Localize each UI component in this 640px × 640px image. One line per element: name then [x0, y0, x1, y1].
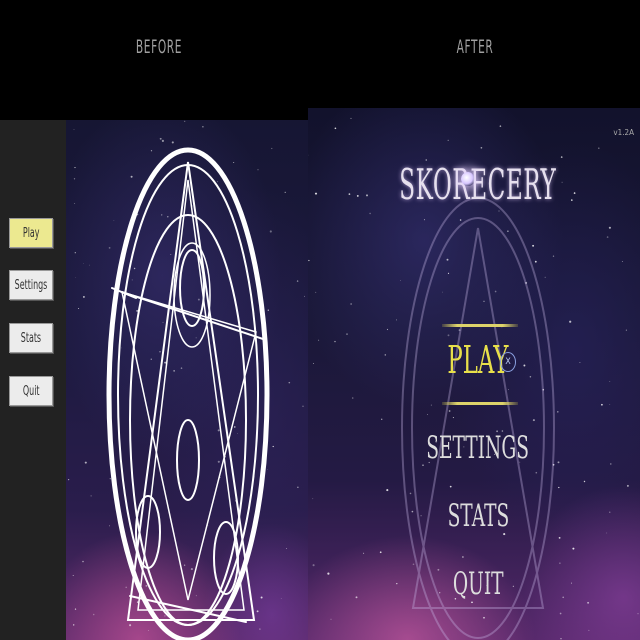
- menu-sidebar: Play Settings Stats Quit: [0, 120, 66, 640]
- before-heading: BEFORE: [135, 36, 183, 58]
- play-highlight-bottom-line: [442, 402, 518, 405]
- play-highlight-top-line: [442, 324, 518, 327]
- settings-label: SETTINGS: [426, 430, 530, 466]
- old-settings-label: Settings: [14, 277, 48, 293]
- old-stats-label: Stats: [20, 330, 42, 346]
- stats-label: STATS: [447, 498, 509, 534]
- old-settings-button[interactable]: Settings: [9, 270, 53, 300]
- old-quit-button[interactable]: Quit: [9, 376, 53, 406]
- play-menu-item[interactable]: PLAY: [308, 338, 640, 382]
- old-quit-label: Quit: [22, 383, 40, 399]
- stats-menu-item[interactable]: STATS: [308, 498, 640, 534]
- quit-label: QUIT: [452, 566, 504, 602]
- version-label: v1.2A: [613, 128, 634, 137]
- after-screenshot: v1.2A SKORECERY PLAY X SETTINGS STATS QU…: [308, 108, 640, 640]
- settings-menu-item[interactable]: SETTINGS: [308, 430, 640, 466]
- controller-face-button-icon: X: [500, 352, 516, 372]
- old-play-label: Play: [22, 225, 40, 241]
- before-screenshot: Play Settings Stats Quit: [0, 120, 308, 640]
- game-logo: SKORECERY: [399, 160, 557, 209]
- starfield-background: v1.2A SKORECERY PLAY X SETTINGS STATS QU…: [308, 108, 640, 640]
- magic-circle-emblem: [106, 147, 270, 640]
- old-play-button[interactable]: Play: [9, 218, 53, 248]
- quit-menu-item[interactable]: QUIT: [308, 566, 640, 602]
- old-stats-button[interactable]: Stats: [9, 323, 53, 353]
- after-heading: AFTER: [456, 36, 494, 58]
- logo-orb-icon: [461, 172, 475, 186]
- starfield-background: [66, 120, 308, 640]
